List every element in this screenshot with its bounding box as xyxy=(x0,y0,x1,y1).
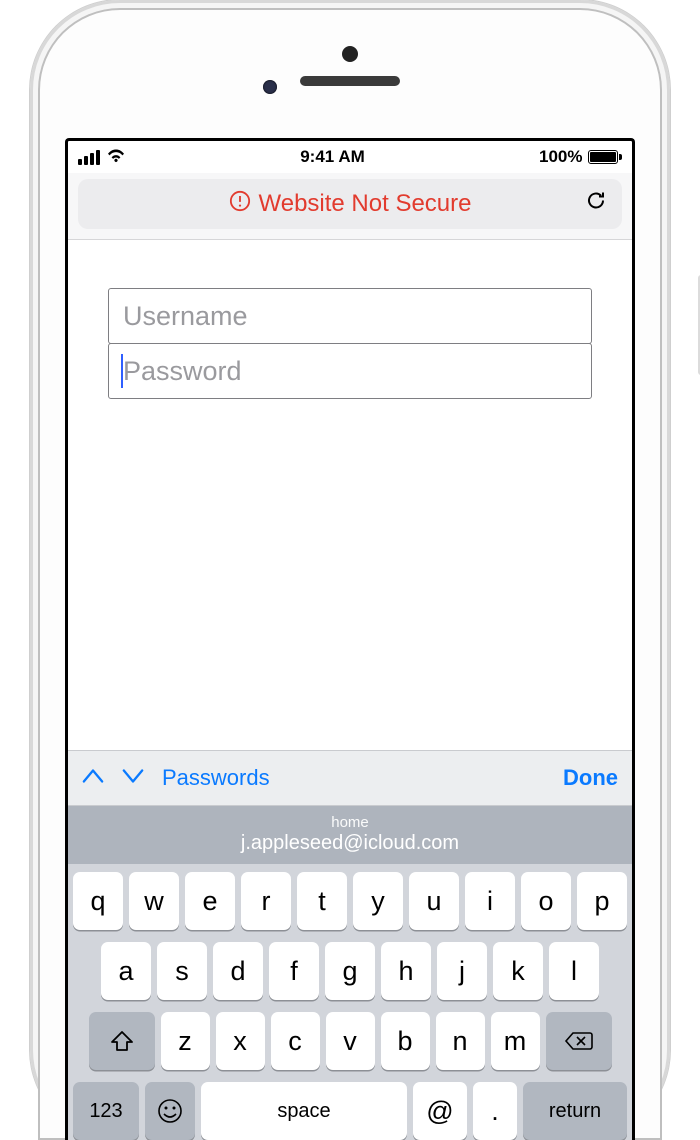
passwords-button[interactable]: Passwords xyxy=(162,765,270,791)
key-q[interactable]: q xyxy=(73,872,123,930)
iphone-device-frame: 9:41 AM 100% Website Not Secu xyxy=(30,0,670,1140)
key-p[interactable]: p xyxy=(577,872,627,930)
key-o[interactable]: o xyxy=(521,872,571,930)
key-b[interactable]: b xyxy=(381,1012,430,1070)
key-s[interactable]: s xyxy=(157,942,207,1000)
device-camera xyxy=(342,46,358,62)
key-z[interactable]: z xyxy=(161,1012,210,1070)
key-u[interactable]: u xyxy=(409,872,459,930)
key-x[interactable]: x xyxy=(216,1012,265,1070)
key-numbers[interactable]: 123 xyxy=(73,1082,139,1140)
username-placeholder: Username xyxy=(123,301,248,332)
text-cursor xyxy=(121,354,123,388)
key-m[interactable]: m xyxy=(491,1012,540,1070)
key-period[interactable]: . xyxy=(473,1082,517,1140)
device-sensor xyxy=(263,80,277,94)
key-i[interactable]: i xyxy=(465,872,515,930)
battery-icon xyxy=(588,150,622,164)
username-field[interactable]: Username xyxy=(108,288,592,344)
key-return[interactable]: return xyxy=(523,1082,627,1140)
cellular-signal-icon xyxy=(78,150,100,165)
software-keyboard: q w e r t y u i o p a s d f g h xyxy=(68,864,632,1140)
key-at[interactable]: @ xyxy=(413,1082,467,1140)
device-speaker xyxy=(300,76,400,86)
not-secure-warning-icon xyxy=(229,190,251,219)
next-field-button[interactable] xyxy=(122,765,144,791)
keyboard-row-1: q w e r t y u i o p xyxy=(73,872,627,930)
key-g[interactable]: g xyxy=(325,942,375,1000)
password-placeholder: Password xyxy=(123,356,242,387)
key-f[interactable]: f xyxy=(269,942,319,1000)
key-r[interactable]: r xyxy=(241,872,291,930)
keyboard-row-2: a s d f g h j k l xyxy=(73,942,627,1000)
key-emoji[interactable] xyxy=(145,1082,195,1140)
password-field[interactable]: Password xyxy=(108,343,592,399)
screen: 9:41 AM 100% Website Not Secu xyxy=(65,138,635,1140)
key-e[interactable]: e xyxy=(185,872,235,930)
key-n[interactable]: n xyxy=(436,1012,485,1070)
status-time: 9:41 AM xyxy=(300,147,365,167)
reload-icon[interactable] xyxy=(584,189,608,220)
key-y[interactable]: y xyxy=(353,872,403,930)
autofill-value: j.appleseed@icloud.com xyxy=(241,830,459,856)
key-shift[interactable] xyxy=(89,1012,155,1070)
key-t[interactable]: t xyxy=(297,872,347,930)
device-bezel: 9:41 AM 100% Website Not Secu xyxy=(38,8,662,1140)
key-c[interactable]: c xyxy=(271,1012,320,1070)
address-bar[interactable]: Website Not Secure xyxy=(78,179,622,229)
address-bar-text: Website Not Secure xyxy=(259,190,472,218)
key-l[interactable]: l xyxy=(549,942,599,1000)
browser-navbar: Website Not Secure xyxy=(68,173,632,240)
wifi-icon xyxy=(106,147,126,168)
autofill-suggestion[interactable]: home j.appleseed@icloud.com xyxy=(68,806,632,864)
key-h[interactable]: h xyxy=(381,942,431,1000)
input-accessory-bar: Passwords Done xyxy=(68,750,632,806)
key-j[interactable]: j xyxy=(437,942,487,1000)
key-a[interactable]: a xyxy=(101,942,151,1000)
page-content: Username Password xyxy=(68,240,632,750)
key-w[interactable]: w xyxy=(129,872,179,930)
key-backspace[interactable] xyxy=(546,1012,612,1070)
keyboard-row-4: 123 space @ . return xyxy=(73,1082,627,1140)
keyboard-row-3: z x c v b n m xyxy=(73,1012,627,1070)
key-d[interactable]: d xyxy=(213,942,263,1000)
previous-field-button[interactable] xyxy=(82,765,104,791)
done-button[interactable]: Done xyxy=(563,765,618,791)
key-k[interactable]: k xyxy=(493,942,543,1000)
autofill-label: home xyxy=(331,815,369,830)
battery-percent: 100% xyxy=(539,147,582,167)
key-space[interactable]: space xyxy=(201,1082,407,1140)
key-v[interactable]: v xyxy=(326,1012,375,1070)
status-bar: 9:41 AM 100% xyxy=(68,141,632,173)
